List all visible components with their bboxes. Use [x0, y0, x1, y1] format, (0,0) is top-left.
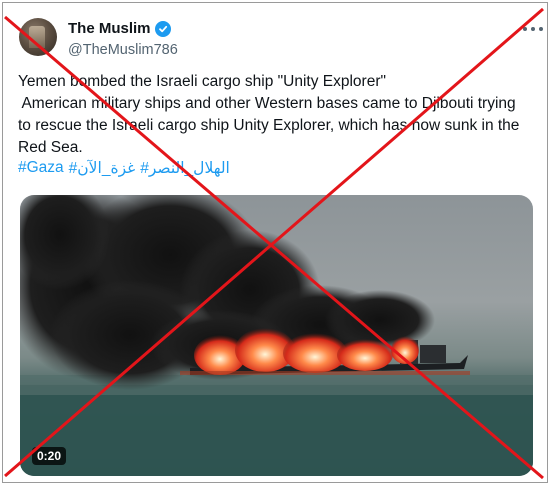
- tweet-card: The Muslim @TheMuslim786 Yemen bombed th…: [2, 2, 548, 483]
- tweet-text-line: American military ships and other Wester…: [18, 95, 516, 112]
- tweet-text-line: to rescue the Israeli cargo ship Unity E…: [18, 117, 520, 134]
- video-duration: 0:20: [32, 447, 67, 465]
- author-row: The Muslim: [68, 20, 171, 37]
- avatar[interactable]: [19, 18, 57, 56]
- video-thumbnail[interactable]: 0:20: [20, 195, 533, 476]
- hashtag-link[interactable]: #الهلال_النصر: [140, 159, 230, 178]
- tweet-text-line: Red Sea.: [18, 139, 83, 156]
- display-name[interactable]: The Muslim: [68, 20, 151, 37]
- hashtags: #Gaza #غزة_الآن #الهلال_النصر: [18, 159, 230, 178]
- burning-ship-scene: [20, 195, 533, 476]
- tweet-text-line: Yemen bombed the Israeli cargo ship "Uni…: [18, 73, 386, 90]
- hashtag-link[interactable]: #Gaza: [18, 159, 64, 178]
- handle[interactable]: @TheMuslim786: [68, 42, 178, 58]
- hashtag-link[interactable]: #غزة_الآن: [69, 159, 136, 178]
- verified-badge-icon: [154, 20, 171, 37]
- more-options-icon[interactable]: [523, 21, 543, 37]
- tweet-text: Yemen bombed the Israeli cargo ship "Uni…: [18, 71, 538, 159]
